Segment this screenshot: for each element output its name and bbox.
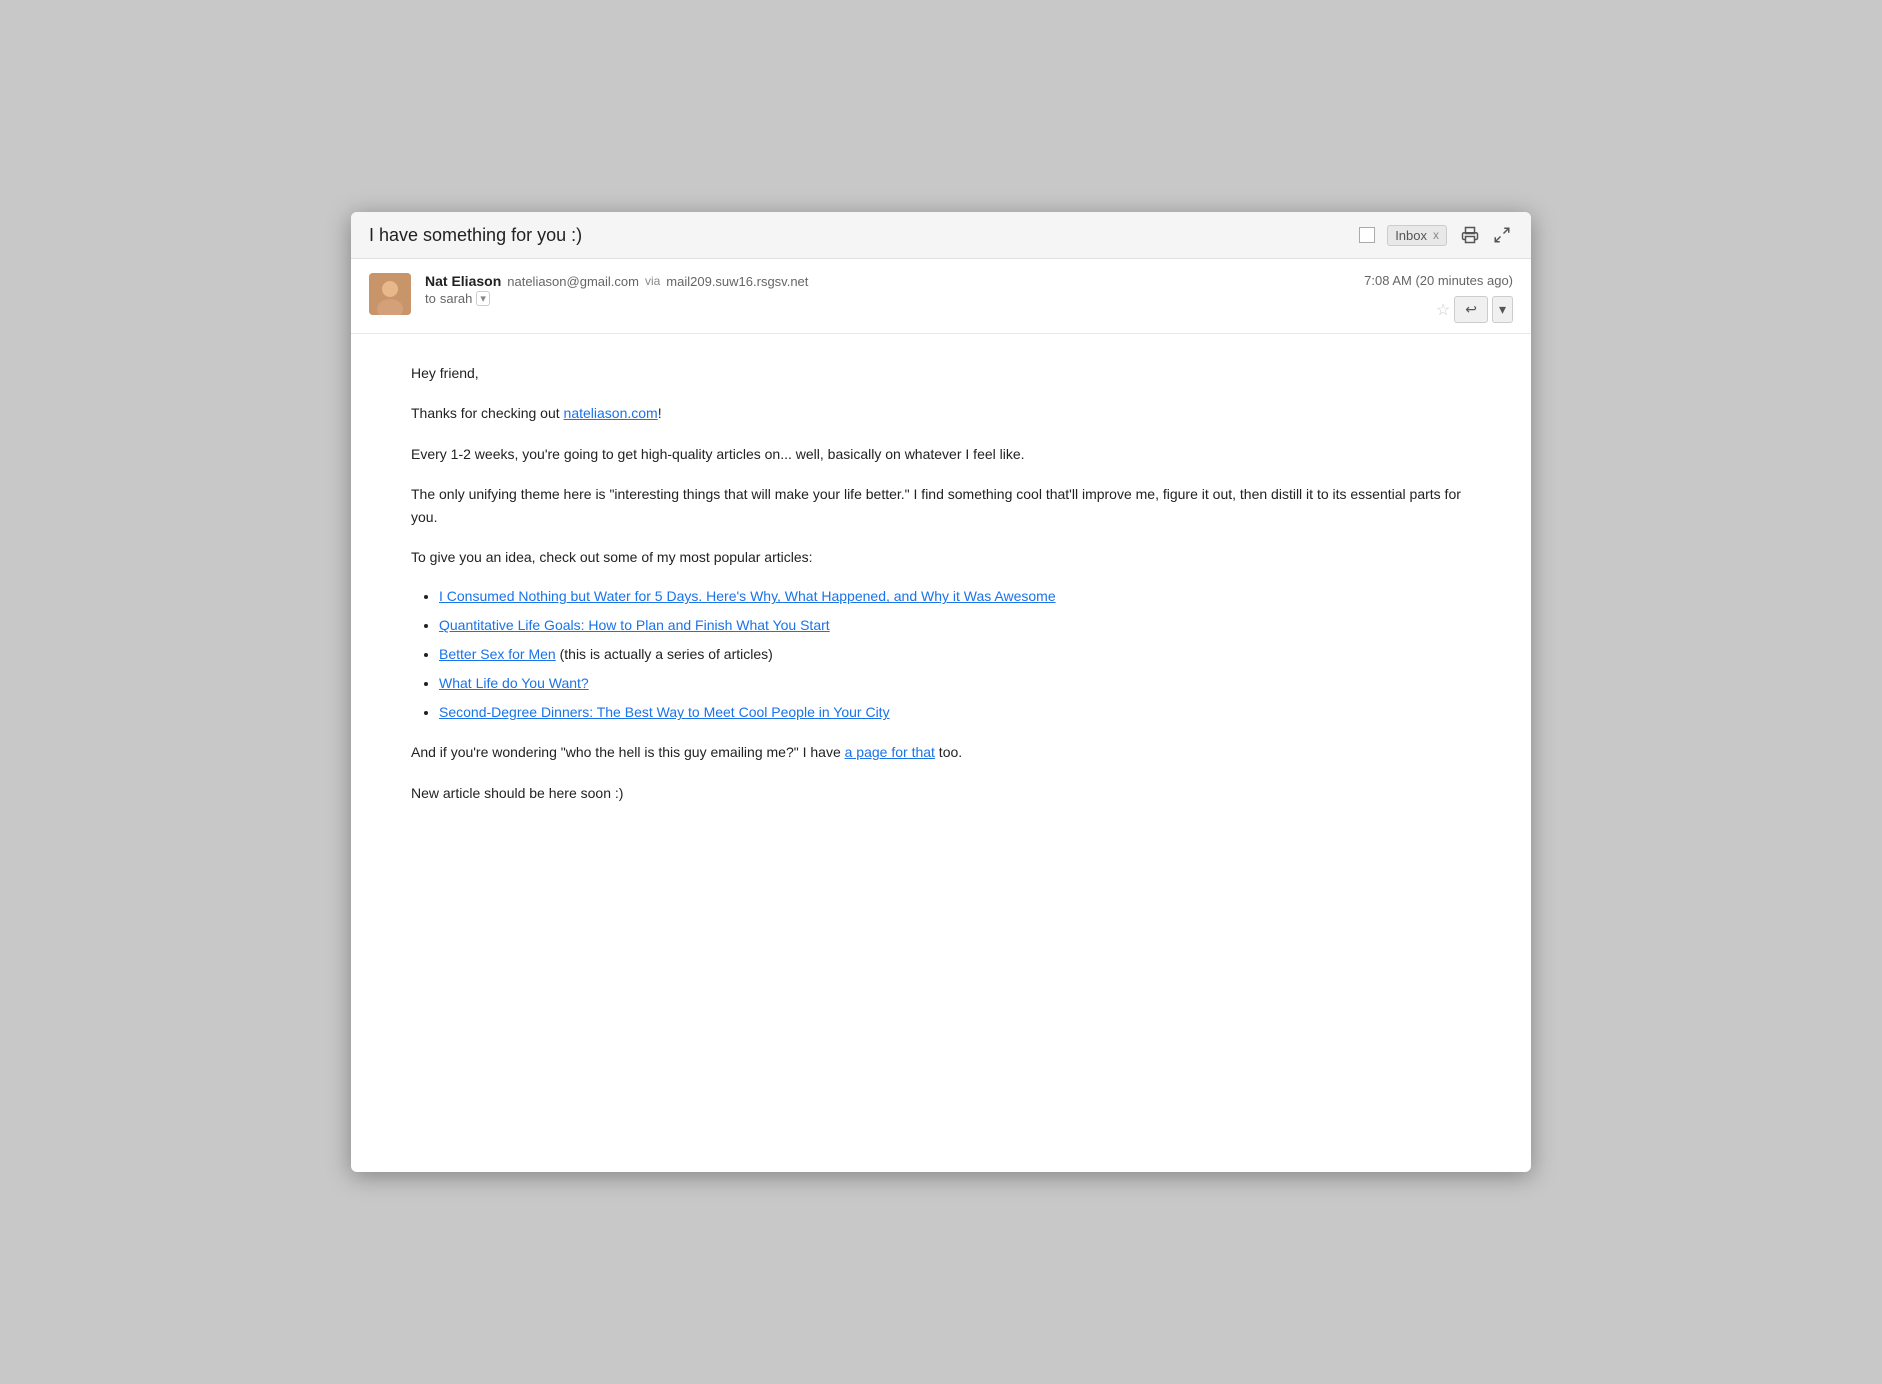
star-button[interactable]: ☆ — [1436, 300, 1450, 320]
paragraph-4: To give you an idea, check out some of m… — [411, 546, 1471, 568]
paragraph-5: And if you're wondering "who the hell is… — [411, 741, 1471, 763]
greeting: Hey friend, — [411, 362, 1471, 384]
print-button[interactable] — [1459, 224, 1481, 246]
para5-suffix: too. — [935, 744, 962, 760]
list-item: I Consumed Nothing but Water for 5 Days.… — [439, 586, 1471, 607]
reply-button[interactable]: ↩ — [1454, 296, 1488, 323]
email-header: Nat Eliason nateliason@gmail.com via mai… — [351, 259, 1531, 334]
select-checkbox[interactable] — [1359, 227, 1375, 243]
title-actions — [1459, 224, 1513, 246]
avatar-image — [369, 273, 411, 315]
list-item: Second-Degree Dinners: The Best Way to M… — [439, 702, 1471, 723]
paragraph-3: The only unifying theme here is "interes… — [411, 483, 1471, 528]
title-bar: I have something for you :) Inbox x — [351, 212, 1531, 259]
to-line: to sarah ▾ — [425, 291, 1350, 306]
nateliason-link[interactable]: nateliason.com — [564, 405, 658, 421]
email-body: Hey friend, Thanks for checking out nate… — [351, 334, 1531, 862]
list-item: Better Sex for Men (this is actually a s… — [439, 644, 1471, 665]
about-page-link[interactable]: a page for that — [845, 744, 935, 760]
email-action-buttons: ☆ ↩ ▾ — [1436, 296, 1513, 323]
articles-list: I Consumed Nothing but Water for 5 Days.… — [439, 586, 1471, 723]
sender-email: nateliason@gmail.com — [507, 274, 639, 289]
more-button[interactable]: ▾ — [1492, 296, 1513, 323]
popout-button[interactable] — [1491, 224, 1513, 246]
email-meta: 7:08 AM (20 minutes ago) ☆ ↩ ▾ — [1364, 273, 1513, 323]
paragraph-2: Every 1-2 weeks, you're going to get hig… — [411, 443, 1471, 465]
article-link-3[interactable]: Better Sex for Men — [439, 646, 556, 662]
inbox-tag[interactable]: Inbox x — [1387, 225, 1447, 246]
sender-row: Nat Eliason nateliason@gmail.com via mai… — [425, 273, 1350, 289]
via-server: mail209.suw16.rsgsv.net — [666, 274, 808, 289]
sender-info: Nat Eliason nateliason@gmail.com via mai… — [425, 273, 1350, 306]
paragraph-6: New article should be here soon :) — [411, 782, 1471, 804]
paragraph-1: Thanks for checking out nateliason.com! — [411, 402, 1471, 424]
to-name: sarah — [440, 291, 473, 306]
article-link-5[interactable]: Second-Degree Dinners: The Best Way to M… — [439, 704, 890, 720]
para5-prefix: And if you're wondering "who the hell is… — [411, 744, 845, 760]
to-dropdown[interactable]: ▾ — [476, 291, 490, 306]
avatar — [369, 273, 411, 315]
para1-suffix: ! — [658, 405, 662, 421]
article-link-2[interactable]: Quantitative Life Goals: How to Plan and… — [439, 617, 830, 633]
list-item: What Life do You Want? — [439, 673, 1471, 694]
article-link-4[interactable]: What Life do You Want? — [439, 675, 589, 691]
para1-prefix: Thanks for checking out — [411, 405, 564, 421]
sender-name: Nat Eliason — [425, 273, 501, 289]
email-subject: I have something for you :) — [369, 225, 1347, 246]
article-link-1[interactable]: I Consumed Nothing but Water for 5 Days.… — [439, 588, 1056, 604]
list-item: Quantitative Life Goals: How to Plan and… — [439, 615, 1471, 636]
article-3-suffix: (this is actually a series of articles) — [556, 646, 773, 662]
inbox-tag-label: Inbox — [1395, 228, 1427, 243]
via-label: via — [645, 274, 660, 288]
to-prefix: to — [425, 291, 436, 306]
email-time: 7:08 AM (20 minutes ago) — [1364, 273, 1513, 288]
email-window: I have something for you :) Inbox x — [351, 212, 1531, 1172]
inbox-tag-close[interactable]: x — [1433, 228, 1439, 242]
